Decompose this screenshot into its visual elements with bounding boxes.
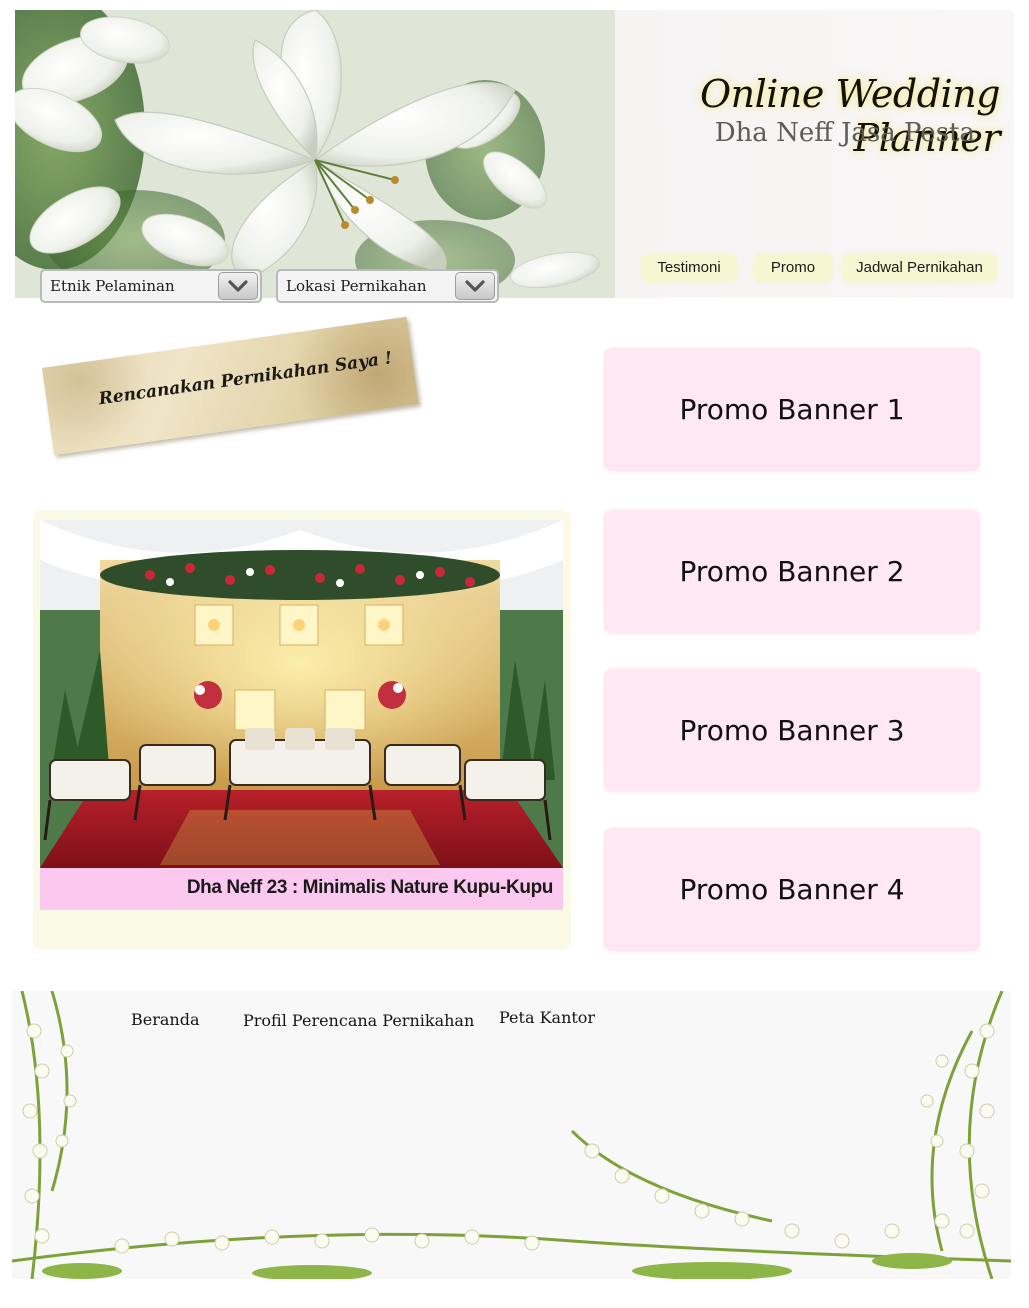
featured-package-caption: Dha Neff 23 : Minimalis Nature Kupu-Kupu (40, 868, 563, 910)
etnik-pelaminan-dropdown[interactable]: Etnik Pelaminan (40, 269, 262, 303)
promo-banner-1[interactable]: Promo Banner 1 (604, 348, 980, 471)
footer-link-peta-kantor[interactable]: Peta Kantor (499, 1008, 595, 1027)
footer-link-beranda[interactable]: Beranda (131, 1010, 200, 1029)
dropdown-selected-value: Lokasi Pernikahan (286, 277, 427, 295)
nav-promo[interactable]: Promo (754, 254, 832, 282)
promo-banner-4[interactable]: Promo Banner 4 (604, 828, 980, 951)
lily-of-the-valley-border (12, 991, 1011, 1279)
promo-banner-3[interactable]: Promo Banner 3 (604, 669, 980, 792)
dropdown-toggle-button[interactable] (455, 272, 495, 300)
lokasi-pernikahan-dropdown[interactable]: Lokasi Pernikahan (276, 269, 499, 303)
promo-banner-2[interactable]: Promo Banner 2 (604, 510, 980, 633)
lily-flowers-image (15, 10, 615, 298)
wedding-stage-image (40, 520, 563, 868)
wedding-decoration-photo (40, 520, 563, 868)
dropdown-toggle-button[interactable] (218, 272, 258, 300)
plan-note-label: Rencanakan Pernikahan Saya ! (97, 348, 394, 410)
dropdown-selected-value: Etnik Pelaminan (50, 277, 175, 295)
footer: Beranda Profil Perencana Pernikahan Peta… (12, 991, 1011, 1279)
nav-testimoni[interactable]: Testimoni (641, 254, 737, 282)
featured-package-card[interactable]: Dha Neff 23 : Minimalis Nature Kupu-Kupu (33, 510, 571, 950)
site-subtitle: Dha Neff Jasa Pesta (714, 118, 975, 148)
plan-wedding-note-button[interactable]: Rencanakan Pernikahan Saya ! (42, 316, 419, 456)
header-banner: Online Wedding Planner Dha Neff Jasa Pes… (15, 10, 1014, 298)
footer-link-profil[interactable]: Profil Perencana Pernikahan (243, 1011, 474, 1030)
chevron-down-icon (228, 280, 248, 292)
nav-jadwal-pernikahan[interactable]: Jadwal Pernikahan (842, 254, 997, 282)
chevron-down-icon (465, 280, 485, 292)
